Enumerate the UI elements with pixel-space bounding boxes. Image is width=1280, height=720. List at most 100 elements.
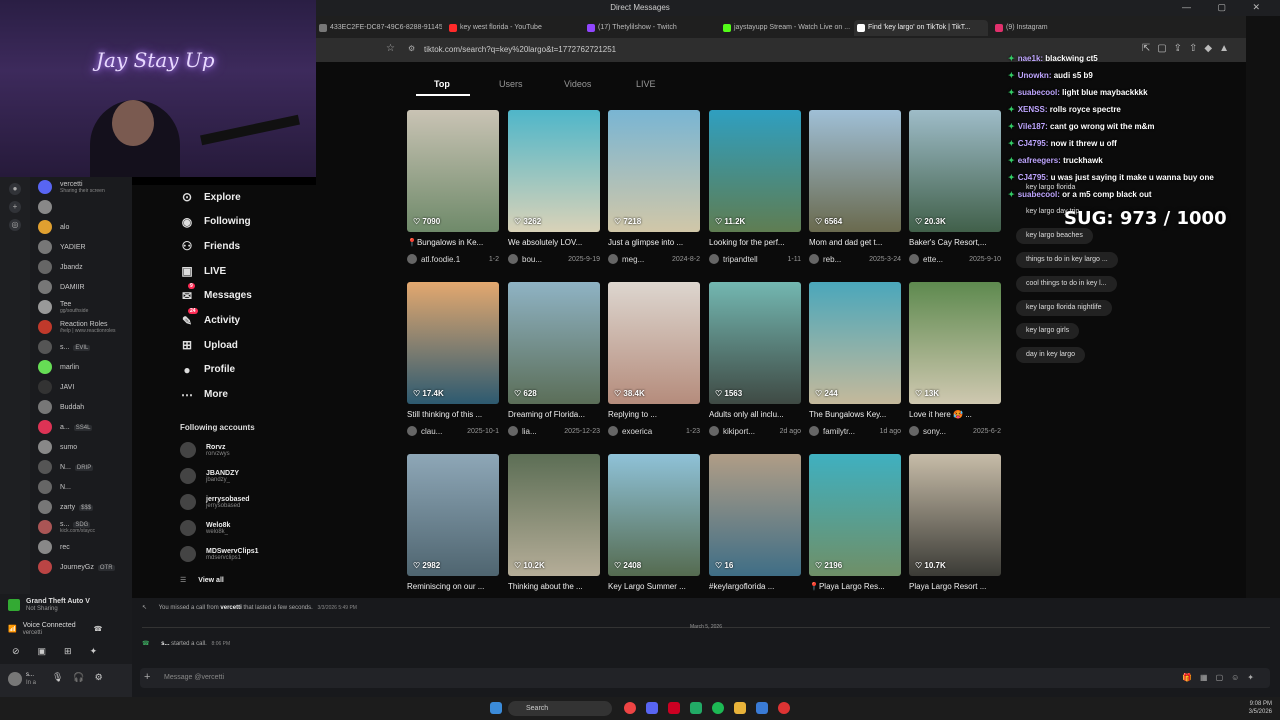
search-suggestion[interactable]: key largo beaches: [1016, 228, 1093, 244]
video-author[interactable]: atl.foodie.1: [421, 255, 460, 264]
video-card[interactable]: ♡ 628 Dreaming of Florida... lia... 2025-12…: [508, 282, 600, 436]
video-card[interactable]: ♡ 20.3K Baker's Cay Resort,... ette... 2025…: [909, 110, 1001, 264]
message-tools[interactable]: 🎁▦▢☺✦: [1182, 673, 1262, 682]
member-item[interactable]: Reaction Roles/help | www.reactionroles: [30, 317, 132, 337]
user-controls[interactable]: 🎙🎧⚙: [52, 672, 113, 683]
url-field[interactable]: tiktok.com/search?q=key%20largo&t=177276…: [424, 45, 616, 54]
browser-tab[interactable]: 433EC2FE-DC87-49C6-8288-911453...: [316, 20, 442, 36]
video-card[interactable]: ♡ 2408 Key Largo Summer ...: [608, 454, 700, 591]
member-item[interactable]: [30, 197, 132, 217]
tab-live[interactable]: LIVE: [636, 79, 656, 89]
video-caption[interactable]: Baker's Cay Resort,...: [909, 238, 1001, 247]
start-button[interactable]: [490, 702, 502, 714]
video-caption[interactable]: Reminiscing on our ...: [407, 582, 499, 591]
steam-icon[interactable]: [756, 702, 768, 714]
video-card[interactable]: ♡ 11.2K Looking for the perf... tripandtel…: [709, 110, 801, 264]
following-account[interactable]: MDSwervClips1 mdservclips1: [180, 546, 259, 562]
video-thumbnail[interactable]: ♡ 16: [709, 454, 801, 576]
tab-users[interactable]: Users: [499, 79, 523, 89]
site-info-icon[interactable]: ⚙: [408, 44, 415, 53]
video-caption[interactable]: Replying to ...: [608, 410, 700, 419]
nav-friends[interactable]: ⚇ Friends: [180, 238, 241, 254]
bookmark-icon[interactable]: ☆: [386, 43, 395, 54]
video-card[interactable]: ♡ 38.4K Replying to ... exoerica 1-23: [608, 282, 700, 436]
video-thumbnail[interactable]: ♡ 1563: [709, 282, 801, 404]
voice-controls[interactable]: ⊘▣⊞✦: [12, 646, 115, 657]
member-item[interactable]: N... DRIP: [30, 457, 132, 477]
video-author[interactable]: familytr...: [823, 427, 855, 436]
video-thumbnail[interactable]: ♡ 13K: [909, 282, 1001, 404]
nav-activity[interactable]: ✎ Activity 24: [180, 307, 240, 329]
home-icon[interactable]: ●: [9, 183, 21, 195]
video-thumbnail[interactable]: ♡ 7218: [608, 110, 700, 232]
member-item[interactable]: Tee gg/southside: [30, 297, 132, 317]
video-caption[interactable]: Just a glimpse into ...: [608, 238, 700, 247]
member-item[interactable]: marlin: [30, 357, 132, 377]
browser-tab[interactable]: Find 'key largo' on TikTok | TikT...: [854, 20, 988, 36]
video-author[interactable]: clau...: [421, 427, 442, 436]
video-thumbnail[interactable]: ♡ 10.2K: [508, 454, 600, 576]
video-caption[interactable]: We absolutely LOV...: [508, 238, 600, 247]
video-caption[interactable]: 📍Bungalows in Ke...: [407, 238, 499, 247]
member-item[interactable]: YADIER: [30, 237, 132, 257]
browser-toolbar-icons[interactable]: ⇱▢⇪⇧◆▲: [1142, 43, 1236, 54]
obs-icon[interactable]: [778, 702, 790, 714]
member-item[interactable]: s... EVIL: [30, 337, 132, 357]
search-suggestion[interactable]: key largo florida nightlife: [1016, 300, 1112, 316]
video-thumbnail[interactable]: ♡ 17.4K: [407, 282, 499, 404]
video-thumbnail[interactable]: ♡ 38.4K: [608, 282, 700, 404]
video-caption[interactable]: Love it here 🥵 ...: [909, 410, 1001, 419]
video-card[interactable]: ♡ 7090 📍Bungalows in Ke... atl.foodie.1 1-2: [407, 110, 499, 264]
discord-icon[interactable]: [646, 702, 658, 714]
video-thumbnail[interactable]: ♡ 7090: [407, 110, 499, 232]
search-suggestion[interactable]: key largo florida: [1020, 180, 1081, 196]
video-card[interactable]: ♡ 3262 We absolutely LOV... bou... 2025-9-1…: [508, 110, 600, 264]
video-thumbnail[interactable]: ♡ 628: [508, 282, 600, 404]
video-author[interactable]: bou...: [522, 255, 542, 264]
member-item[interactable]: DAMIIR: [30, 277, 132, 297]
member-item[interactable]: zarty $$$: [30, 497, 132, 517]
tab-videos[interactable]: Videos: [564, 79, 591, 89]
video-card[interactable]: ♡ 7218 Just a glimpse into ... meg... 2024-…: [608, 110, 700, 264]
search-suggestion[interactable]: cool things to do in key l...: [1016, 276, 1117, 292]
member-item[interactable]: JAVI: [30, 377, 132, 397]
video-author[interactable]: tripandtell: [723, 255, 758, 264]
video-caption[interactable]: Key Largo Summer ...: [608, 582, 700, 591]
video-card[interactable]: ♡ 244 The Bungalows Key... familytr... 1d a…: [809, 282, 901, 436]
taskbar-search[interactable]: Search: [508, 701, 612, 716]
video-caption[interactable]: Looking for the perf...: [709, 238, 801, 247]
video-card[interactable]: ♡ 2982 Reminiscing on our ...: [407, 454, 499, 591]
member-item[interactable]: vercetti Sharing their screen: [30, 177, 132, 197]
member-item[interactable]: sumo: [30, 437, 132, 457]
add-server-icon[interactable]: +: [9, 201, 21, 213]
video-author[interactable]: sony...: [923, 427, 946, 436]
nav-profile[interactable]: ● Profile: [180, 362, 235, 378]
video-thumbnail[interactable]: ♡ 244: [809, 282, 901, 404]
video-caption[interactable]: The Bungalows Key...: [809, 410, 901, 419]
video-thumbnail[interactable]: ♡ 3262: [508, 110, 600, 232]
member-item[interactable]: Buddah: [30, 397, 132, 417]
video-caption[interactable]: Mom and dad get t...: [809, 238, 901, 247]
search-suggestion[interactable]: key largo day trip: [1020, 204, 1085, 220]
video-author[interactable]: exoerica: [622, 427, 652, 436]
browser-tab[interactable]: key west florida - YouTube: [446, 20, 580, 36]
spotify-icon[interactable]: [712, 702, 724, 714]
following-account[interactable]: Rorvz rorvzwys: [180, 442, 230, 458]
nav-upload[interactable]: ⊞ Upload: [180, 337, 238, 353]
member-item[interactable]: Jbandz: [30, 257, 132, 277]
tab-top[interactable]: Top: [434, 79, 450, 89]
member-item[interactable]: N...: [30, 477, 132, 497]
video-caption[interactable]: #keylargoflorida ...: [709, 582, 801, 591]
following-account[interactable]: jerrysobased jerrysobased: [180, 494, 250, 510]
add-attachment-icon[interactable]: +: [144, 671, 150, 683]
video-caption[interactable]: Playa Largo Resort ...: [909, 582, 1001, 591]
app-icon[interactable]: [668, 702, 680, 714]
clock[interactable]: 9:08 PM 3/5/2026: [1249, 700, 1272, 716]
following-account[interactable]: Welo8k welo8k_: [180, 520, 230, 536]
video-thumbnail[interactable]: ♡ 6564: [809, 110, 901, 232]
video-thumbnail[interactable]: ♡ 2408: [608, 454, 700, 576]
nav-following[interactable]: ◉ Following: [180, 214, 251, 230]
video-card[interactable]: ♡ 2196 📍Playa Largo Res...: [809, 454, 901, 591]
member-item[interactable]: alo: [30, 217, 132, 237]
video-thumbnail[interactable]: ♡ 20.3K: [909, 110, 1001, 232]
